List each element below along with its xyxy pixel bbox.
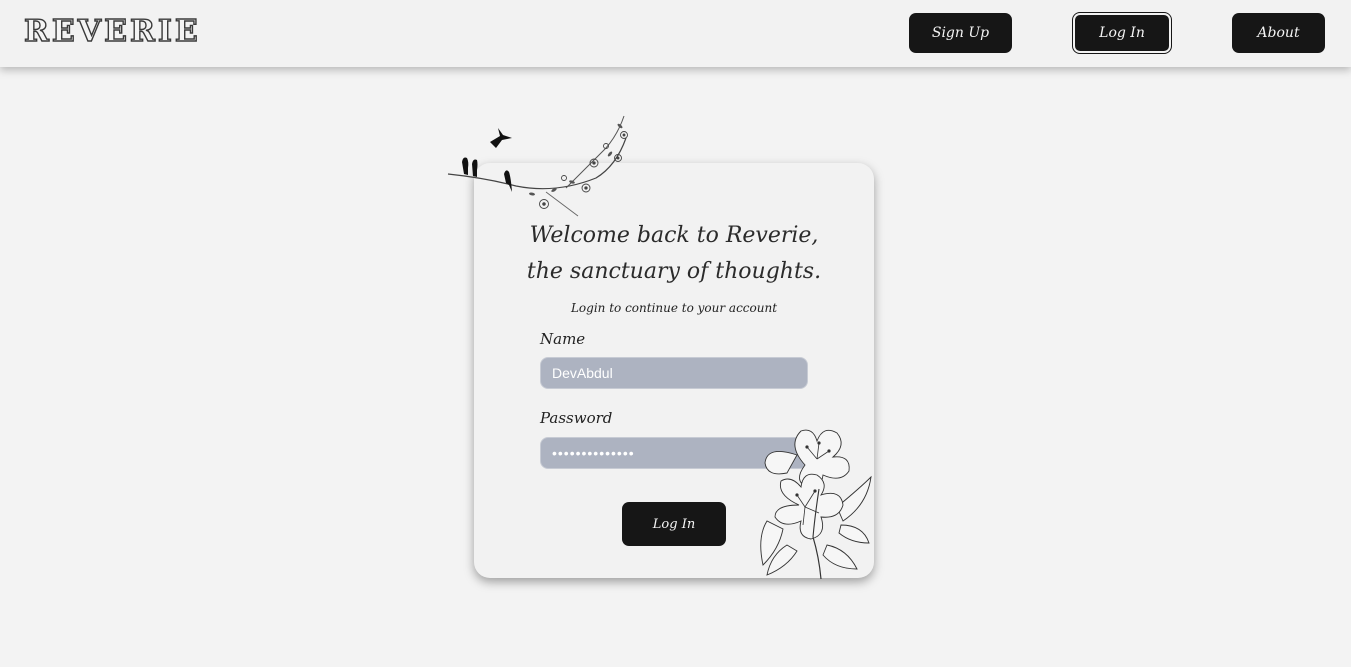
hibiscus-flower-icon (760, 429, 872, 579)
name-label: Name (540, 330, 586, 348)
birds-on-branch-icon (447, 115, 628, 217)
welcome-line-1: Welcome back to Reverie, (529, 223, 819, 248)
about-button[interactable]: About (1232, 13, 1325, 53)
login-subtitle: Login to continue to your account (570, 301, 778, 315)
top-navigation-bar: REVERIE Sign Up Log In About (0, 0, 1351, 67)
sign-up-button[interactable]: Sign Up (909, 13, 1012, 53)
welcome-heading: Welcome back to Reverie, the sanctuary o… (474, 218, 874, 290)
log-in-nav-button[interactable]: Log In (1073, 13, 1171, 53)
reverie-logo[interactable]: REVERIE (23, 13, 201, 50)
password-label: Password (540, 409, 613, 427)
welcome-line-2: the sanctuary of thoughts. (526, 259, 822, 284)
name-input[interactable] (540, 357, 808, 389)
log-in-submit-button[interactable]: Log In (622, 502, 726, 546)
